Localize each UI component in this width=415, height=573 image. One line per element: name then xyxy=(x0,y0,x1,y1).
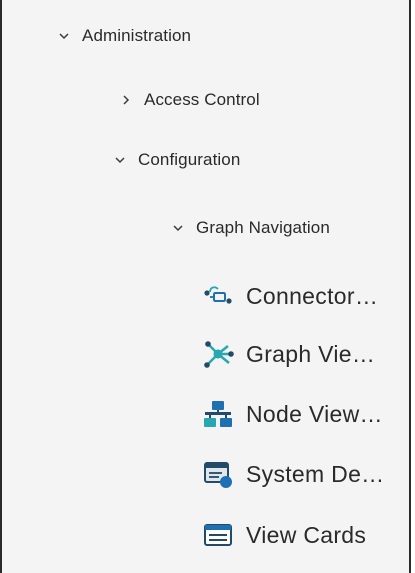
tree-leaf-node-view[interactable]: Node View… xyxy=(2,384,409,444)
chevron-down-icon[interactable] xyxy=(114,154,126,166)
tree-leaf-system-definition[interactable]: System De… xyxy=(2,444,409,504)
connector-icon xyxy=(202,280,234,312)
tree-node-label: Configuration xyxy=(138,150,241,169)
tree-node-label: Access Control xyxy=(144,90,260,109)
tree-node-configuration[interactable]: Configuration xyxy=(2,130,409,190)
system-definition-icon xyxy=(202,458,234,490)
tree-node-graph-navigation[interactable]: Graph Navigation xyxy=(2,198,409,258)
tree-leaf-label: View Cards xyxy=(246,521,367,548)
graph-view-icon xyxy=(202,338,234,370)
tree-leaf-label: Node View… xyxy=(246,400,383,427)
tree-leaf-view-cards[interactable]: View Cards xyxy=(2,505,409,565)
node-view-icon xyxy=(202,398,234,430)
tree-leaf-label: System De… xyxy=(246,460,385,487)
tree-node-label: Graph Navigation xyxy=(196,218,330,237)
chevron-right-icon[interactable] xyxy=(120,94,132,106)
chevron-down-icon[interactable] xyxy=(172,222,184,234)
tree-node-label: Administration xyxy=(82,26,192,45)
chevron-down-icon[interactable] xyxy=(58,30,70,42)
tree-leaf-connector[interactable]: Connector… xyxy=(2,266,409,326)
tree-leaf-graph-view[interactable]: Graph Vie… xyxy=(2,324,409,384)
navigation-tree-panel: Administration Access Control Configurat… xyxy=(0,0,411,573)
tree-leaf-label: Graph Vie… xyxy=(246,340,376,367)
tree-leaf-label: Connector… xyxy=(246,282,379,309)
view-cards-icon xyxy=(202,519,234,551)
tree-node-administration[interactable]: Administration xyxy=(2,6,409,66)
tree-node-access-control[interactable]: Access Control xyxy=(2,70,409,130)
